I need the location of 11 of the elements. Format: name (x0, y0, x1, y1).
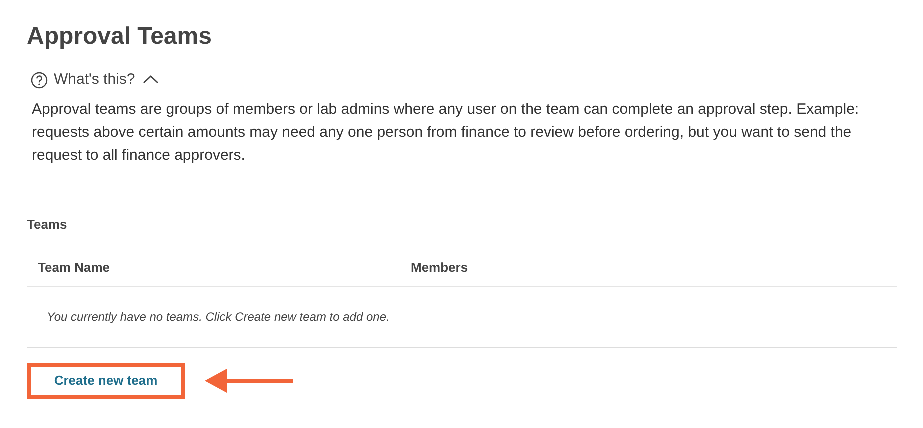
help-icon (31, 72, 48, 89)
create-team-button[interactable]: Create new team (27, 362, 185, 398)
page-title: Approval Teams (27, 22, 213, 52)
empty-message: You currently have no teams. Click Create new team to add one. (47, 310, 390, 324)
section-heading: Teams (27, 216, 68, 234)
caret-icon (143, 75, 160, 86)
column-header: Members (411, 259, 470, 277)
help-text: Approval teams are groups of members or lab admins where any user on the team can complete an approval step. Example: requests above certain amounts may need any one person from finance to review before ordering, but you want to send the request to all finance approvers. (31, 100, 860, 166)
column-header: Team Name (38, 259, 112, 277)
whats-this-toggle[interactable]: What's this? (54, 69, 160, 92)
arrow-icon (205, 366, 293, 394)
